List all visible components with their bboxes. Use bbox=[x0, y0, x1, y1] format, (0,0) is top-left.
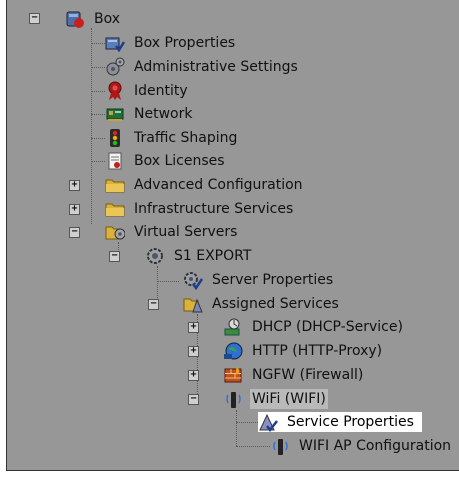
tree-node-wifi-ap-configuration[interactable]: WIFI AP Configuration bbox=[270, 436, 453, 456]
tree-node-service-properties[interactable]: Service Properties bbox=[258, 412, 422, 433]
tree-node-label: Box Licenses bbox=[134, 153, 225, 169]
service-properties-icon bbox=[258, 412, 278, 433]
tree-node-label: Service Properties bbox=[287, 414, 414, 430]
collapse-toggle-box[interactable]: − bbox=[29, 13, 40, 24]
tree-line bbox=[91, 28, 92, 224]
dhcp-icon bbox=[223, 317, 243, 337]
tree-node-label: NGFW (Firewall) bbox=[252, 367, 364, 383]
tree-line bbox=[91, 91, 105, 92]
expand-toggle-dhcp[interactable]: + bbox=[188, 322, 199, 333]
tree-node-label: WiFi (WIFI) bbox=[250, 389, 328, 409]
tree-node-server-properties[interactable]: Server Properties bbox=[183, 270, 335, 291]
collapse-toggle-assigned-services[interactable]: − bbox=[148, 299, 159, 310]
expand-toggle-infrastructure-services[interactable]: + bbox=[69, 204, 80, 215]
tree-line bbox=[236, 410, 237, 446]
gear-check-icon bbox=[183, 270, 204, 291]
firewall-icon bbox=[223, 365, 243, 385]
tree-node-traffic-shaping[interactable]: Traffic Shaping bbox=[105, 128, 239, 148]
tree-node-box-licenses[interactable]: Box Licenses bbox=[105, 151, 227, 171]
folder-gear-icon bbox=[105, 222, 126, 242]
tree-node-box-properties[interactable]: Box Properties bbox=[105, 33, 237, 53]
tree-node-label: Virtual Servers bbox=[134, 224, 238, 240]
gear-icon bbox=[145, 246, 165, 266]
collapse-toggle-virtual-servers[interactable]: − bbox=[69, 227, 80, 238]
box-server-icon bbox=[65, 9, 85, 29]
expand-toggle-ngfw[interactable]: + bbox=[188, 370, 199, 381]
tree-node-label: S1 EXPORT bbox=[174, 248, 252, 264]
collapse-toggle-s1-export[interactable]: − bbox=[109, 251, 120, 262]
tree-line bbox=[91, 67, 105, 68]
folder-icon bbox=[105, 175, 125, 195]
tree-node-label: HTTP (HTTP-Proxy) bbox=[252, 343, 383, 359]
tree-node-infrastructure-services[interactable]: Infrastructure Services bbox=[105, 199, 295, 219]
tree-line bbox=[91, 43, 105, 44]
tree-node-label: Identity bbox=[134, 83, 188, 99]
license-document-icon bbox=[105, 151, 125, 171]
tree-node-administrative-settings[interactable]: Administrative Settings bbox=[105, 57, 300, 77]
tree-node-label: Assigned Services bbox=[212, 296, 339, 312]
tree-node-box[interactable]: Box bbox=[65, 9, 122, 29]
tree-line bbox=[91, 161, 105, 162]
tree-node-label: Network bbox=[134, 106, 193, 122]
box-properties-icon bbox=[105, 33, 126, 53]
tree-node-virtual-servers[interactable]: Virtual Servers bbox=[105, 222, 239, 242]
tree-node-label: Box Properties bbox=[134, 35, 236, 51]
tree-line bbox=[91, 114, 105, 115]
wifi-antenna-icon bbox=[223, 389, 243, 409]
ribbon-award-icon bbox=[105, 81, 125, 101]
tree-node-label: Infrastructure Services bbox=[134, 201, 294, 217]
tree-node-http[interactable]: HTTP (HTTP-Proxy) bbox=[223, 341, 384, 361]
tree-line bbox=[157, 281, 179, 282]
wifi-antenna-icon bbox=[270, 436, 290, 456]
folder-services-icon bbox=[183, 294, 203, 314]
tree-node-dhcp[interactable]: DHCP (DHCP-Service) bbox=[223, 317, 405, 337]
tree-node-label: WIFI AP Configuration bbox=[299, 438, 452, 454]
tree-node-label: Server Properties bbox=[212, 272, 334, 288]
tree-node-network[interactable]: Network bbox=[105, 104, 194, 124]
tree-node-advanced-configuration[interactable]: Advanced Configuration bbox=[105, 175, 305, 195]
collapse-toggle-wifi[interactable]: − bbox=[188, 394, 199, 405]
tree-line bbox=[236, 446, 270, 447]
expand-toggle-http[interactable]: + bbox=[188, 346, 199, 357]
tree-node-label: Administrative Settings bbox=[134, 59, 298, 75]
expand-toggle-advanced-configuration[interactable]: + bbox=[69, 180, 80, 191]
tree-node-label: DHCP (DHCP-Service) bbox=[252, 319, 403, 335]
tree-node-s1-export[interactable]: S1 EXPORT bbox=[145, 246, 253, 266]
tree-node-wifi[interactable]: WiFi (WIFI) bbox=[223, 389, 328, 409]
network-card-icon bbox=[105, 104, 125, 124]
tree-node-assigned-services[interactable]: Assigned Services bbox=[183, 294, 341, 314]
tree-line bbox=[236, 422, 258, 423]
tree-line bbox=[91, 138, 105, 139]
traffic-light-icon bbox=[105, 128, 125, 148]
tree-node-label: Box bbox=[94, 11, 121, 27]
tree-node-label: Traffic Shaping bbox=[134, 130, 238, 146]
tree-panel: − + + − − − + + + − Box Box Properties A… bbox=[6, 0, 459, 471]
tree-node-identity[interactable]: Identity bbox=[105, 81, 190, 101]
globe-icon bbox=[223, 341, 243, 361]
tree-node-label: Advanced Configuration bbox=[134, 177, 303, 193]
gears-icon bbox=[105, 57, 125, 77]
tree-node-ngfw[interactable]: NGFW (Firewall) bbox=[223, 365, 365, 385]
folder-icon bbox=[105, 199, 125, 219]
